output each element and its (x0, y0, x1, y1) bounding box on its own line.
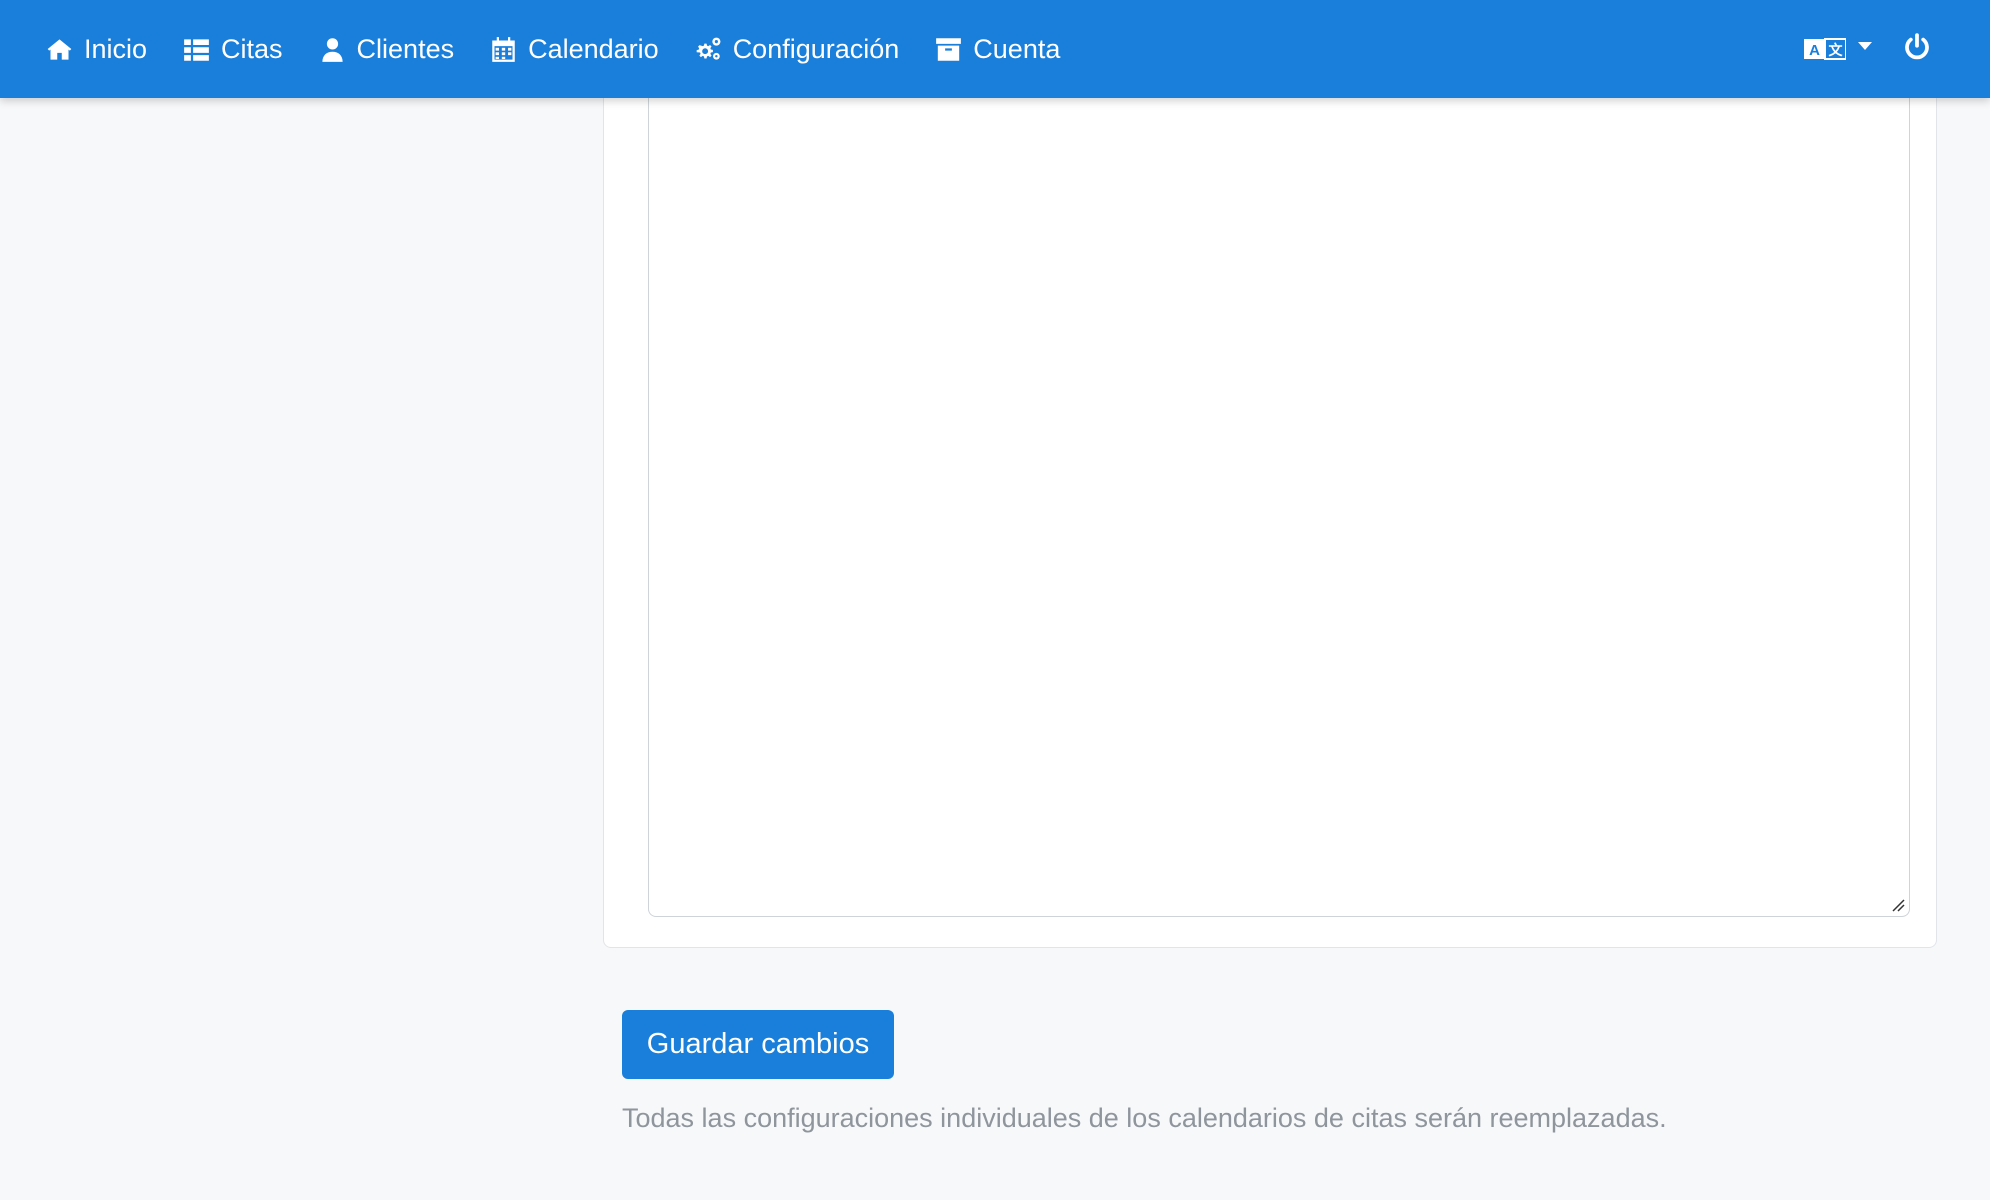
nav-item-clientes[interactable]: Clientes (319, 33, 455, 65)
power-icon (1905, 32, 1929, 59)
cogs-icon (696, 37, 721, 60)
nav-item-inicio[interactable]: Inicio (46, 34, 147, 65)
archive-icon (936, 37, 962, 61)
save-button[interactable]: Guardar cambios (622, 1010, 894, 1079)
top-navbar: Inicio Citas Clientes Calendario Configu… (0, 0, 1990, 98)
nav-menu: Inicio Citas Clientes Calendario Configu… (46, 0, 1096, 98)
nav-item-calendario[interactable]: Calendario (490, 34, 659, 65)
nav-label: Cuenta (973, 33, 1061, 64)
settings-card (603, 60, 1937, 948)
calendar-icon (492, 36, 515, 62)
language-icon: A 文 (1804, 38, 1846, 60)
nav-item-configuracion[interactable]: Configuración (695, 33, 900, 65)
svg-text:文: 文 (1829, 42, 1844, 59)
home-icon (47, 38, 72, 60)
nav-label: Clientes (356, 33, 455, 64)
nav-label: Configuración (732, 33, 900, 64)
language-dropdown[interactable]: A 文 (1804, 36, 1872, 62)
chevron-down-icon (1858, 42, 1872, 50)
text-editor[interactable] (648, 61, 1910, 917)
resize-handle-icon[interactable] (1889, 896, 1905, 912)
nav-right: A 文 (1804, 0, 1932, 98)
nav-item-cuenta[interactable]: Cuenta (935, 34, 1060, 65)
nav-label: Inicio (84, 33, 148, 64)
nav-label: Citas (221, 33, 283, 64)
save-note: Todas las configuraciones individuales d… (622, 1103, 1667, 1133)
logout-button[interactable] (1902, 32, 1932, 67)
user-icon (321, 37, 343, 62)
nav-label: Calendario (528, 33, 659, 64)
list-icon (184, 38, 209, 61)
nav-item-citas[interactable]: Citas (183, 34, 283, 65)
svg-text:A: A (1809, 42, 1820, 59)
